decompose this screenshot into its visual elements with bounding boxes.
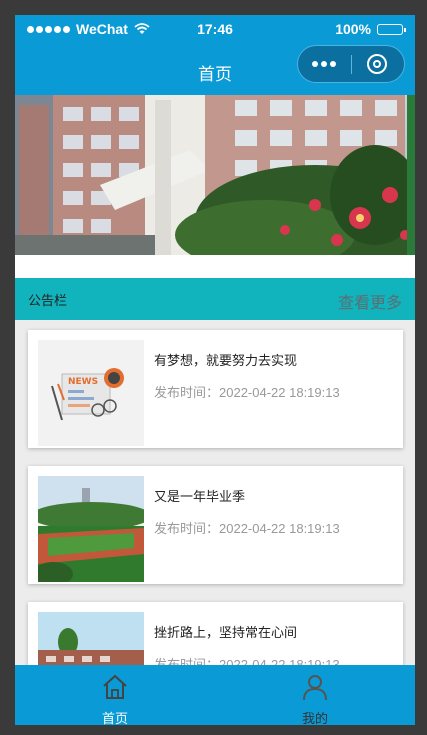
news-thumbnail [38,476,144,582]
news-list: NEWS 有梦想，就要努力去实现 发布时间：2022-04-22 18:19:1… [15,320,415,665]
phone-screen: WeChat 17:46 100% 首页 公告栏 查看更多 NEWS 有梦想，就… [15,15,415,725]
banner-spacer [15,255,415,278]
news-thumbnail [38,612,144,665]
notice-bar: 公告栏 查看更多 [15,278,415,320]
tab-home[interactable]: 首页 [15,665,215,725]
notice-label: 公告栏 [28,293,68,308]
news-title: 有梦想，就要努力去实现 [154,353,298,368]
user-icon [303,675,327,701]
news-card[interactable]: 又是一年毕业季 发布时间：2022-04-22 18:19:13 [28,466,403,584]
home-icon [103,674,127,699]
battery-area: 100% [335,21,406,37]
navigation-bar: 首页 [15,45,415,95]
news-date: 发布时间：2022-04-22 18:19:13 [154,521,340,536]
newspaper-icon: NEWS [38,340,144,446]
news-date: 发布时间：2022-04-22 18:19:13 [154,385,340,400]
tab-mine[interactable]: 我的 [215,665,415,725]
news-thumbnail: NEWS [38,340,144,446]
news-title: 挫折路上，坚持常在心间 [154,625,298,640]
capsule-divider [351,55,352,74]
close-program-button[interactable] [367,54,387,74]
battery-icon [377,23,406,35]
news-card[interactable]: 挫折路上，坚持常在心间 发布时间：2022-04-22 18:19:13 [28,602,403,665]
more-menu-button[interactable] [312,61,336,67]
battery-percent: 100% [335,21,371,37]
news-title: 又是一年毕业季 [154,489,246,504]
campus-photo [15,95,415,255]
banner-carousel[interactable] [15,95,415,255]
status-bar: WeChat 17:46 100% [15,15,415,45]
tab-mine-label: 我的 [301,711,328,725]
sports-field-photo [38,476,144,582]
campus-building-photo [38,612,144,665]
view-more-link[interactable]: 查看更多 [338,289,402,313]
news-date: 发布时间：2022-04-22 18:19:13 [154,657,340,665]
mini-program-capsule [297,45,405,83]
news-card[interactable]: NEWS 有梦想，就要努力去实现 发布时间：2022-04-22 18:19:1… [28,330,403,448]
svg-text:NEWS: NEWS [68,377,98,387]
tab-home-label: 首页 [101,711,128,725]
tab-bar: 首页 我的 [15,665,415,725]
